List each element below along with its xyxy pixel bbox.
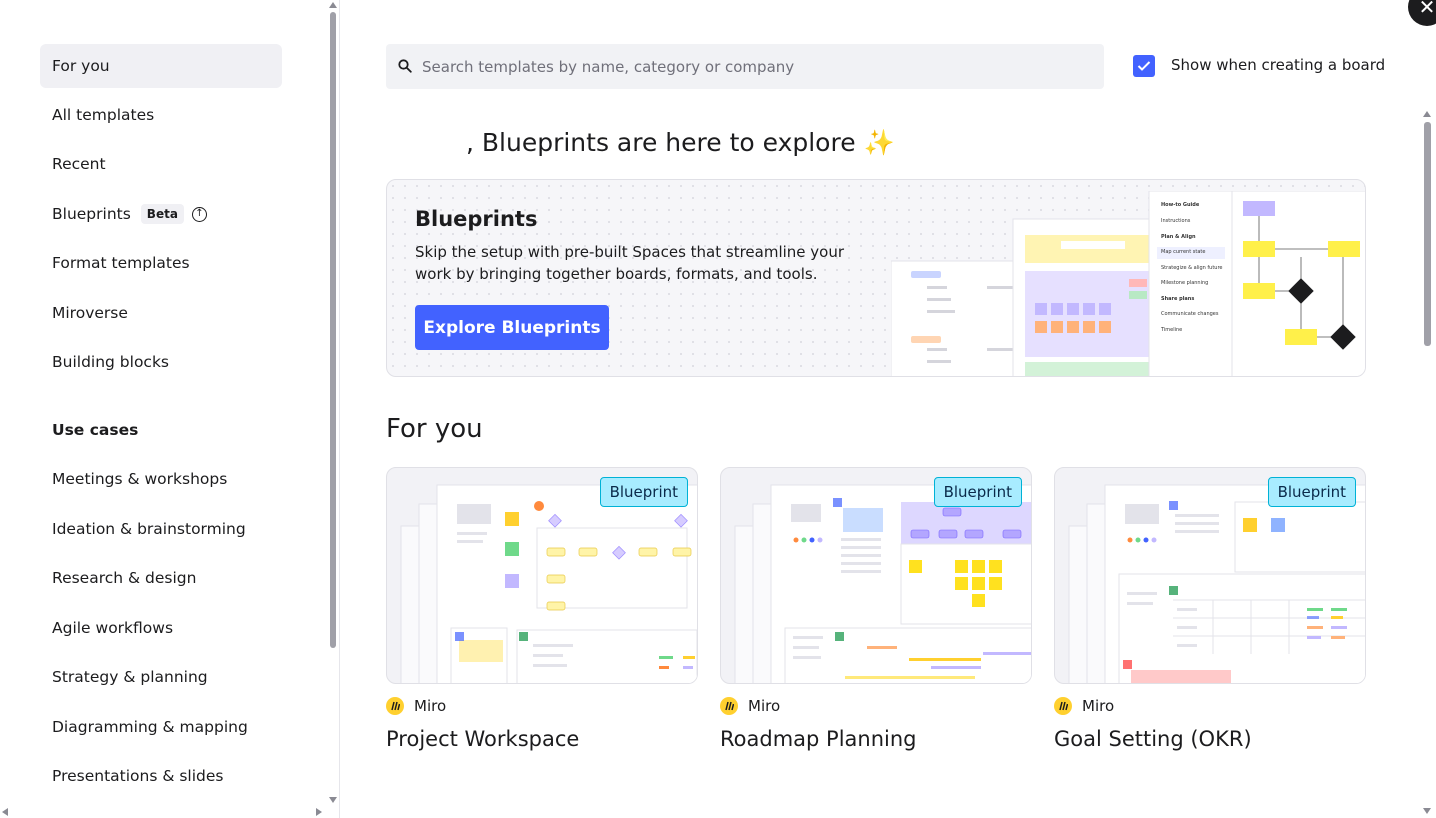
card-title[interactable]: Project Workspace bbox=[386, 727, 579, 751]
section-title-for-you: For you bbox=[386, 414, 483, 444]
search-bar[interactable] bbox=[386, 44, 1104, 89]
miro-logo-icon bbox=[1054, 697, 1072, 715]
sidebar-item-ideation[interactable]: Ideation & brainstorming bbox=[40, 507, 282, 551]
show-when-creating-label[interactable]: Show when creating a board bbox=[1171, 56, 1385, 74]
main-scrollbar-thumb[interactable] bbox=[1424, 122, 1431, 346]
sidebar-item-label: Presentations & slides bbox=[52, 767, 224, 785]
scroll-left-arrow-icon[interactable] bbox=[2, 808, 8, 816]
template-card-roadmap-planning[interactable]: Blueprint bbox=[720, 467, 1032, 684]
banner-title: Blueprints bbox=[415, 207, 538, 231]
sidebar-item-format-templates[interactable]: Format templates bbox=[40, 241, 282, 285]
show-when-creating-checkbox[interactable] bbox=[1133, 55, 1155, 77]
card-owner-name: Miro bbox=[1082, 697, 1115, 715]
scroll-down-arrow-icon[interactable] bbox=[1423, 808, 1431, 814]
template-card-project-workspace[interactable]: Blueprint bbox=[386, 467, 698, 684]
sidebar-item-presentations[interactable]: Presentations & slides bbox=[40, 754, 282, 798]
sidebar-item-for-you[interactable]: For you bbox=[40, 44, 282, 88]
arrow-up-circle-icon[interactable]: ↑ bbox=[191, 206, 207, 222]
search-icon bbox=[398, 59, 412, 73]
card-owner: Miro bbox=[720, 697, 780, 715]
sidebar-item-blueprints[interactable]: Blueprints Beta ↑ bbox=[40, 192, 282, 236]
sidebar-item-agile[interactable]: Agile workflows bbox=[40, 606, 282, 650]
sidebar-item-label: Miroverse bbox=[52, 304, 128, 322]
explore-blueprints-button[interactable]: Explore Blueprints bbox=[415, 305, 609, 350]
sidebar-item-label: All templates bbox=[52, 106, 155, 124]
search-input[interactable] bbox=[422, 57, 1104, 76]
sidebar-item-label: Recent bbox=[52, 155, 106, 173]
preview-menu-text: Timeline bbox=[1160, 327, 1182, 333]
use-cases-heading: Use cases bbox=[52, 421, 139, 439]
sidebar-item-label: Diagramming & mapping bbox=[52, 718, 248, 736]
scroll-down-arrow-icon[interactable] bbox=[329, 797, 337, 803]
card-owner: Miro bbox=[1054, 697, 1114, 715]
preview-menu-text: Instructions bbox=[1161, 218, 1191, 224]
card-owner-name: Miro bbox=[414, 697, 447, 715]
preview-menu-text: Map current state bbox=[1161, 249, 1205, 255]
sidebar-item-label: Research & design bbox=[52, 569, 197, 587]
miro-logo-icon bbox=[720, 697, 738, 715]
check-icon bbox=[1137, 61, 1151, 71]
blueprint-badge: Blueprint bbox=[599, 477, 688, 507]
beta-badge: Beta bbox=[140, 204, 184, 224]
preview-menu-text: Communicate changes bbox=[1161, 311, 1219, 317]
sidebar-item-label: Blueprints bbox=[52, 205, 131, 223]
preview-menu-text: Milestone planning bbox=[1161, 280, 1208, 286]
sidebar-item-label: Building blocks bbox=[52, 353, 170, 371]
blueprints-preview-illustration: How-to Guide Instructions Plan & Align M… bbox=[891, 191, 1365, 376]
sidebar-item-label: For you bbox=[52, 57, 110, 75]
card-owner-name: Miro bbox=[748, 697, 781, 715]
sidebar-item-label: Format templates bbox=[52, 254, 190, 272]
card-title[interactable]: Roadmap Planning bbox=[720, 727, 917, 751]
miro-logo-icon bbox=[386, 697, 404, 715]
close-icon: ✕ bbox=[1418, 0, 1436, 19]
preview-menu-text: Strategize & align future bbox=[1161, 265, 1223, 271]
scroll-up-arrow-icon[interactable] bbox=[329, 2, 337, 8]
template-picker-modal: For you All templates Recent Blueprints … bbox=[0, 0, 1436, 818]
scroll-up-arrow-icon[interactable] bbox=[1423, 111, 1431, 117]
scroll-right-arrow-icon[interactable] bbox=[316, 808, 322, 816]
sidebar-item-miroverse[interactable]: Miroverse bbox=[40, 291, 282, 335]
sidebar-item-all-templates[interactable]: All templates bbox=[40, 93, 282, 137]
sidebar: For you All templates Recent Blueprints … bbox=[0, 0, 340, 818]
sidebar-item-diagramming[interactable]: Diagramming & mapping bbox=[40, 705, 282, 749]
sidebar-item-research[interactable]: Research & design bbox=[40, 556, 282, 600]
sidebar-item-label: Agile workflows bbox=[52, 619, 174, 637]
preview-menu-text: How-to Guide bbox=[1161, 202, 1200, 208]
blueprints-banner: Blueprints Skip the setup with pre-built… bbox=[386, 179, 1366, 377]
sidebar-item-recent[interactable]: Recent bbox=[40, 142, 282, 186]
sidebar-item-building-blocks[interactable]: Building blocks bbox=[40, 340, 282, 384]
blueprints-headline: , Blueprints are here to explore ✨ bbox=[466, 128, 895, 157]
sidebar-item-label: Strategy & planning bbox=[52, 668, 208, 686]
template-card-goal-setting[interactable]: Blueprint bbox=[1054, 467, 1366, 684]
preview-menu-text: Share plans bbox=[1161, 296, 1194, 302]
banner-description: Skip the setup with pre-built Spaces tha… bbox=[415, 243, 845, 283]
sidebar-scrollbar-thumb[interactable] bbox=[330, 12, 336, 648]
sidebar-item-strategy[interactable]: Strategy & planning bbox=[40, 655, 282, 699]
card-title[interactable]: Goal Setting (OKR) bbox=[1054, 727, 1252, 751]
blueprint-badge: Blueprint bbox=[1267, 477, 1356, 507]
sidebar-item-meetings[interactable]: Meetings & workshops bbox=[40, 457, 282, 501]
sidebar-item-label: Meetings & workshops bbox=[52, 470, 228, 488]
blueprint-badge: Blueprint bbox=[933, 477, 1022, 507]
preview-menu-text: Plan & Align bbox=[1161, 234, 1196, 240]
card-owner: Miro bbox=[386, 697, 446, 715]
close-button[interactable]: ✕ bbox=[1408, 0, 1436, 26]
sidebar-item-label: Ideation & brainstorming bbox=[52, 520, 246, 538]
